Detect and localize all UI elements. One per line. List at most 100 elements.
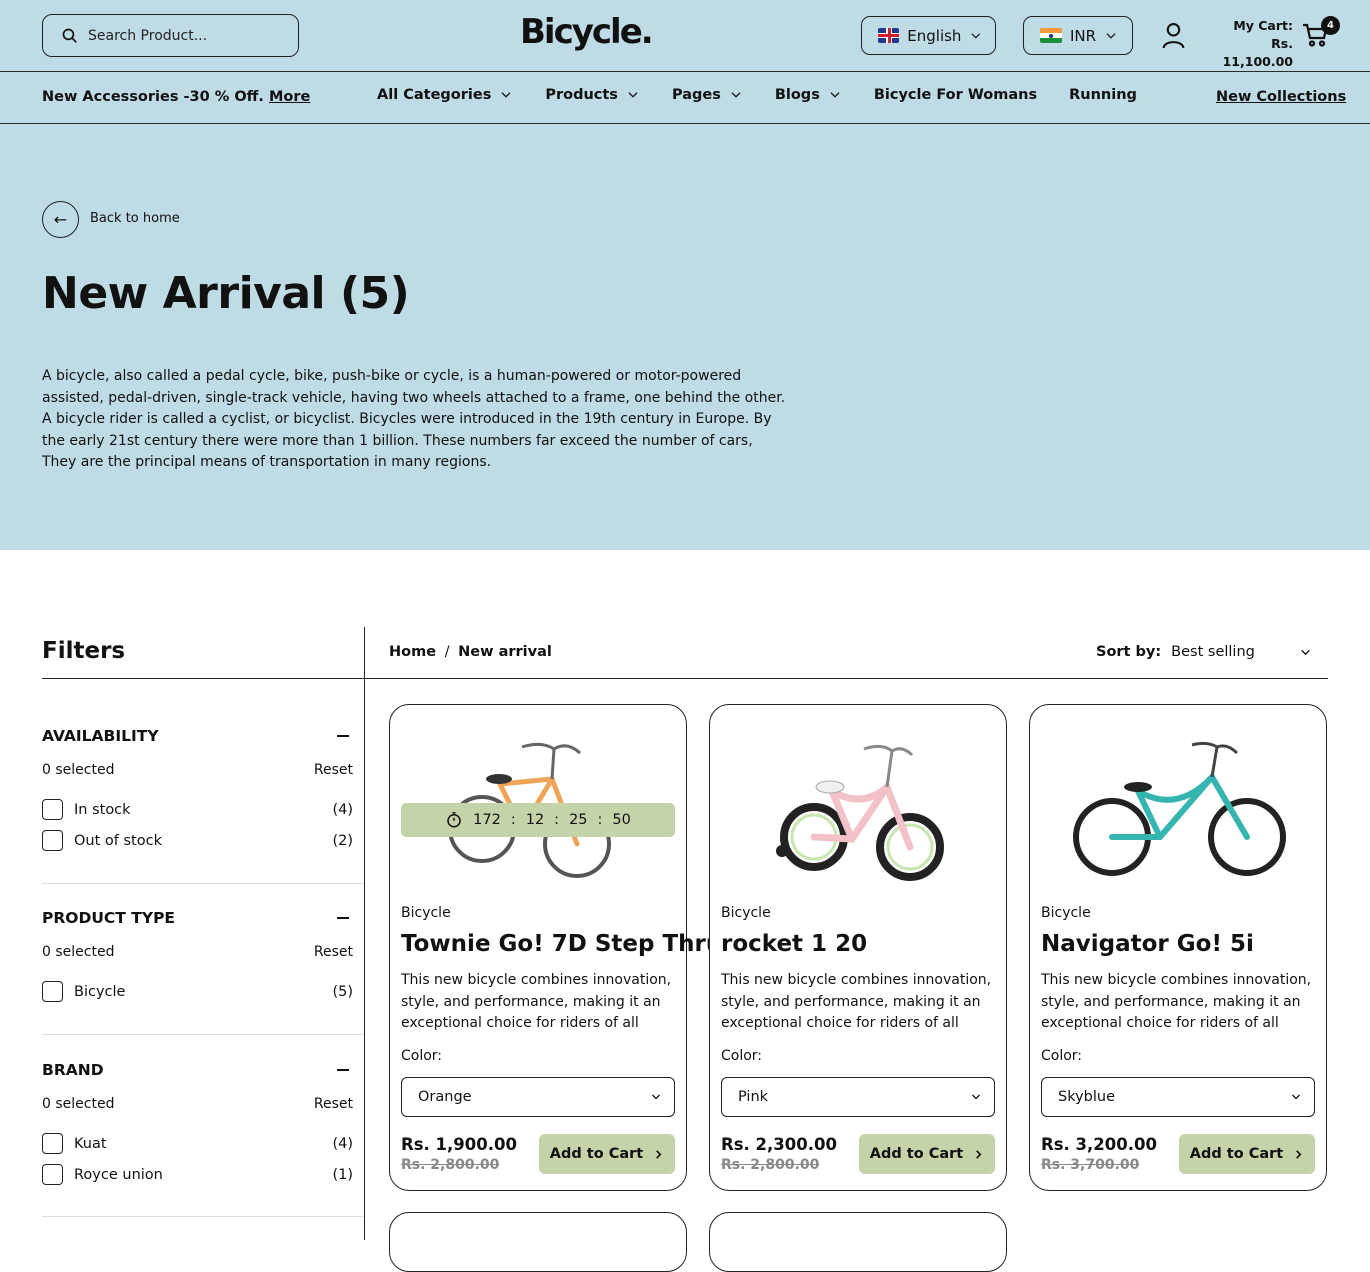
- color-label: Color:: [1041, 1048, 1083, 1064]
- checkbox[interactable]: [42, 799, 63, 820]
- chevron-down-icon: [830, 92, 840, 98]
- product-image[interactable]: [1042, 719, 1314, 899]
- filter-group-availability: AVAILABILITY 0 selected Reset In stock (…: [42, 727, 353, 856]
- product-card[interactable]: Bicycle rocket 1 20 This new bicycle com…: [709, 704, 1007, 1191]
- nav-item-all-categories[interactable]: All Categories: [377, 87, 513, 103]
- timer-days: 172: [473, 812, 501, 828]
- product-image[interactable]: [722, 719, 994, 899]
- add-to-cart-button[interactable]: Add to Cart: [859, 1134, 995, 1174]
- search-input[interactable]: [88, 27, 278, 44]
- collapse-icon[interactable]: [337, 917, 349, 919]
- product-category: Bicycle: [401, 905, 451, 921]
- chevron-down-icon: [652, 1094, 660, 1100]
- filter-option-kuat[interactable]: Kuat (4): [42, 1128, 353, 1159]
- add-to-cart-button[interactable]: Add to Cart: [1179, 1134, 1315, 1174]
- chevron-right-icon: [976, 1149, 982, 1159]
- filter-option-label: Out of stock: [74, 832, 162, 849]
- search-icon[interactable]: [61, 27, 78, 44]
- color-select[interactable]: Orange: [401, 1077, 675, 1117]
- color-select[interactable]: Pink: [721, 1077, 995, 1117]
- filter-option-out-of-stock[interactable]: Out of stock (2): [42, 825, 353, 856]
- chevron-down-icon: [731, 92, 741, 98]
- sidebar-divider: [364, 627, 365, 1240]
- product-price: Rs. 3,200.00: [1041, 1135, 1157, 1154]
- sort-control[interactable]: Sort by: Best selling: [1096, 644, 1255, 660]
- filter-selected-count: 0 selected: [42, 944, 115, 960]
- filter-group-header[interactable]: BRAND: [42, 1061, 353, 1079]
- checkbox[interactable]: [42, 981, 63, 1002]
- filter-option-count: (4): [332, 1135, 353, 1152]
- filter-option-in-stock[interactable]: In stock (4): [42, 794, 353, 825]
- checkbox[interactable]: [42, 830, 63, 851]
- hero-section: Bicycle. English INR My Cart: Rs. 11,100…: [0, 0, 1370, 550]
- collapse-icon[interactable]: [337, 735, 349, 737]
- checkbox[interactable]: [42, 1133, 63, 1154]
- timer-separator: :: [597, 812, 603, 828]
- filter-option-label: Bicycle: [74, 983, 126, 1000]
- filter-option-count: (1): [332, 1166, 353, 1183]
- cart-label: My Cart:: [1233, 18, 1293, 33]
- product-old-price: Rs. 2,800.00: [401, 1157, 500, 1173]
- product-price: Rs. 2,300.00: [721, 1135, 837, 1154]
- filter-group-header[interactable]: AVAILABILITY: [42, 727, 353, 745]
- cart-total: Rs. 11,100.00: [1222, 36, 1293, 69]
- chevron-down-icon: [1106, 32, 1116, 39]
- nav-item-products[interactable]: Products: [545, 87, 640, 103]
- nav-item-bicycle-for-womans[interactable]: Bicycle For Womans: [874, 87, 1037, 103]
- timer-separator: :: [554, 812, 560, 828]
- product-description: This new bicycle combines innovation, st…: [721, 972, 992, 1031]
- sort-value[interactable]: Best selling: [1171, 644, 1255, 660]
- collection-description: A bicycle, also called a pedal cycle, bi…: [42, 368, 786, 470]
- product-card[interactable]: 172 : 12 : 25 : 50 Bicycle Townie Go! 7D…: [389, 704, 722, 1191]
- nav-item-running[interactable]: Running: [1069, 87, 1137, 103]
- back-button[interactable]: ←: [42, 201, 79, 238]
- product-card[interactable]: [389, 1212, 687, 1272]
- promo-text: New Accessories -30 % Off.: [42, 89, 264, 105]
- product-name[interactable]: Townie Go! 7D Step Thru: [401, 931, 722, 957]
- currency-select[interactable]: INR: [1023, 16, 1133, 55]
- product-card[interactable]: [709, 1212, 1007, 1272]
- breadcrumb-home[interactable]: Home: [389, 644, 436, 660]
- product-category: Bicycle: [721, 905, 771, 921]
- sort-label: Sort by:: [1096, 644, 1162, 660]
- cart-summary[interactable]: My Cart: Rs. 11,100.00: [1205, 17, 1293, 71]
- filter-meta: 0 selected Reset: [42, 1096, 353, 1112]
- filter-option-royce-union[interactable]: Royce union (1): [42, 1159, 353, 1190]
- filter-option-bicycle[interactable]: Bicycle (5): [42, 976, 353, 1007]
- site-logo[interactable]: Bicycle.: [520, 12, 654, 52]
- filter-reset-button[interactable]: Reset: [314, 1096, 353, 1112]
- color-select[interactable]: Skyblue: [1041, 1077, 1315, 1117]
- nav-item-label: Running: [1069, 87, 1137, 103]
- color-value: Skyblue: [1058, 1089, 1116, 1105]
- checkbox[interactable]: [42, 1164, 63, 1185]
- nav-menu: All Categories Products Pages Blogs Bicy…: [377, 87, 1137, 103]
- filter-option-label: Kuat: [74, 1135, 107, 1152]
- search-box[interactable]: [42, 14, 299, 57]
- filters-heading: Filters: [42, 638, 126, 664]
- chevron-down-icon[interactable]: [1299, 646, 1312, 659]
- nav-item-blogs[interactable]: Blogs: [775, 87, 842, 103]
- collapse-icon[interactable]: [337, 1069, 349, 1071]
- product-name[interactable]: rocket 1 20: [721, 931, 867, 957]
- cart-count-badge: 4: [1321, 16, 1340, 35]
- filter-group-title: AVAILABILITY: [42, 727, 159, 745]
- nav-item-label: All Categories: [377, 87, 492, 103]
- product-name[interactable]: Navigator Go! 5i: [1041, 931, 1254, 957]
- filter-reset-button[interactable]: Reset: [314, 944, 353, 960]
- chevron-right-icon: [1296, 1149, 1302, 1159]
- filter-reset-button[interactable]: Reset: [314, 762, 353, 778]
- nav-item-pages[interactable]: Pages: [672, 87, 743, 103]
- product-category: Bicycle: [1041, 905, 1091, 921]
- promo-more-link[interactable]: More: [269, 89, 310, 105]
- chevron-down-icon: [1292, 1094, 1300, 1100]
- language-value: English: [907, 26, 962, 45]
- product-description: This new bicycle combines innovation, st…: [401, 972, 672, 1031]
- product-card[interactable]: Bicycle Navigator Go! 5i This new bicycl…: [1029, 704, 1327, 1191]
- new-collections-link[interactable]: New Collections: [1216, 89, 1346, 105]
- user-account-icon[interactable]: [1161, 22, 1186, 49]
- add-to-cart-button[interactable]: Add to Cart: [539, 1134, 675, 1174]
- filter-group-header[interactable]: PRODUCT TYPE: [42, 909, 353, 927]
- top-header: Bicycle. English INR My Cart: Rs. 11,100…: [0, 0, 1370, 72]
- language-select[interactable]: English: [861, 16, 996, 55]
- back-to-home-link[interactable]: Back to home: [90, 211, 180, 226]
